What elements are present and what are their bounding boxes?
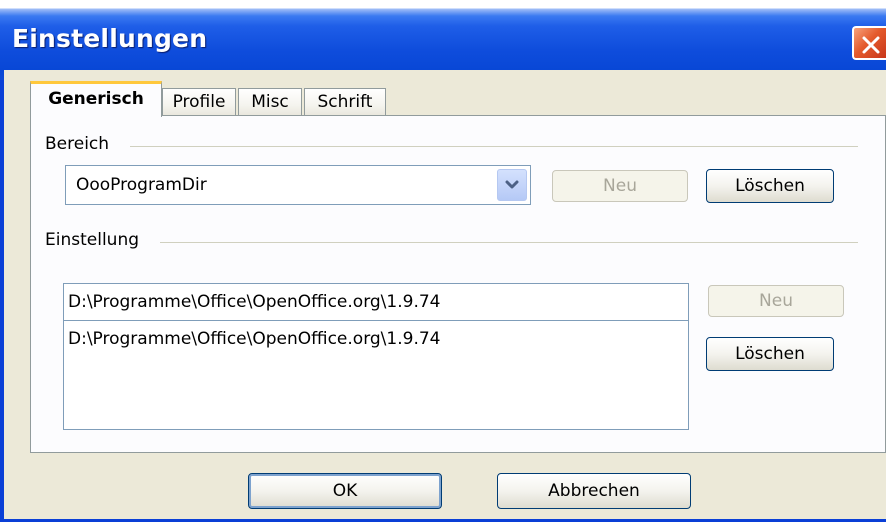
close-button[interactable] (852, 26, 886, 60)
button-label: Neu (759, 291, 793, 311)
einstellung-new-button[interactable]: Neu (708, 285, 844, 317)
button-label: OK (332, 481, 358, 501)
tab-schrift[interactable]: Schrift (304, 88, 386, 116)
einstellung-value-input[interactable]: D:\Programme\Office\OpenOffice.org\1.9.7… (63, 283, 689, 321)
dropdown-button[interactable] (497, 169, 527, 201)
einstellung-divider (160, 242, 858, 243)
button-label: Löschen (735, 176, 805, 196)
einstellung-delete-button[interactable]: Löschen (706, 337, 834, 371)
tab-label: Misc (251, 92, 289, 112)
einstellung-list[interactable]: D:\Programme\Office\OpenOffice.org\1.9.7… (63, 320, 689, 430)
bereich-select[interactable]: OooProgramDir (65, 165, 531, 205)
bereich-new-button[interactable]: Neu (552, 170, 688, 202)
tab-label: Generisch (48, 89, 144, 109)
button-label: Löschen (735, 344, 805, 364)
bereich-delete-button[interactable]: Löschen (706, 169, 834, 203)
button-label: Neu (603, 176, 637, 196)
settings-dialog: Einstellungen Generisch Profile Misc Sch… (0, 0, 886, 522)
list-item[interactable]: D:\Programme\Office\OpenOffice.org\1.9.7… (68, 329, 440, 349)
ok-button[interactable]: OK (248, 473, 442, 509)
close-x-icon (862, 36, 880, 54)
einstellung-value-text: D:\Programme\Office\OpenOffice.org\1.9.7… (68, 292, 441, 312)
tab-label: Profile (172, 92, 226, 112)
bereich-divider (130, 146, 858, 147)
tab-misc[interactable]: Misc (238, 88, 302, 116)
bereich-group-label: Bereich (45, 134, 118, 154)
window-title: Einstellungen (12, 24, 208, 53)
tab-profile[interactable]: Profile (162, 88, 236, 116)
bereich-select-value: OooProgramDir (76, 175, 207, 195)
chevron-down-icon (505, 180, 519, 189)
tab-generisch[interactable]: Generisch (30, 81, 162, 117)
button-label: Abbrechen (548, 481, 640, 501)
cancel-button[interactable]: Abbrechen (497, 473, 691, 509)
title-bar[interactable]: Einstellungen (0, 0, 886, 80)
tab-label: Schrift (317, 92, 373, 112)
einstellung-group-label: Einstellung (45, 230, 148, 250)
